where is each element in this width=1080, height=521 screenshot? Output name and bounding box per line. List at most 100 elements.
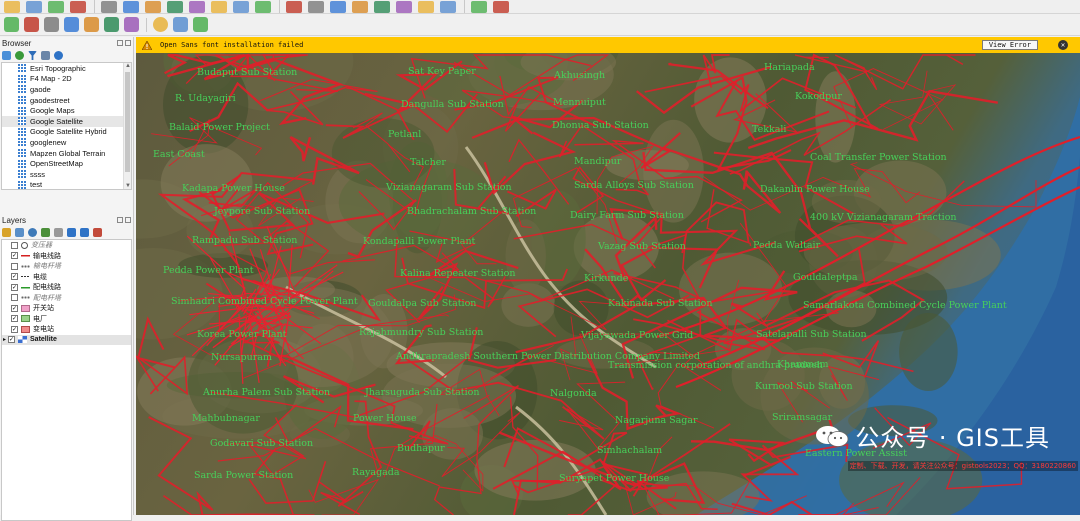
map-label: Kokodpur bbox=[795, 91, 842, 102]
map-label: Vijayawada Power Grid bbox=[581, 330, 693, 341]
pan-icon[interactable] bbox=[24, 17, 39, 32]
browser-item[interactable]: Mapzen Global Terrain bbox=[2, 148, 131, 159]
measure-icon[interactable] bbox=[104, 17, 119, 32]
globe-icon[interactable] bbox=[153, 17, 168, 32]
view-error-button[interactable]: View Error bbox=[982, 40, 1038, 50]
close-panel-icon[interactable] bbox=[125, 40, 131, 46]
pin-icon[interactable] bbox=[308, 1, 324, 13]
map-label: Kakinada Sub Station bbox=[608, 298, 713, 309]
layer-item[interactable]: ✓输电线路 bbox=[2, 251, 131, 262]
float-panel-icon[interactable] bbox=[117, 217, 123, 223]
redo-icon[interactable] bbox=[255, 1, 271, 13]
zoom-full-icon[interactable] bbox=[84, 17, 99, 32]
layer-visibility-checkbox[interactable] bbox=[11, 263, 18, 270]
collapse-all-icon[interactable] bbox=[80, 228, 89, 237]
new-project-icon[interactable] bbox=[4, 1, 20, 13]
add-layer-icon[interactable] bbox=[352, 1, 368, 13]
browser-item-label: Esri Topographic bbox=[30, 64, 86, 73]
style-brush-icon[interactable] bbox=[2, 228, 11, 237]
layer-visibility-checkbox[interactable]: ✓ bbox=[8, 336, 15, 343]
add-csv-icon[interactable] bbox=[374, 1, 390, 13]
layer-visibility-checkbox[interactable] bbox=[11, 294, 18, 301]
layer-item[interactable]: ▸✓ Satellite bbox=[2, 335, 131, 346]
save-icon[interactable] bbox=[48, 1, 64, 13]
layer-visibility-checkbox[interactable]: ✓ bbox=[11, 273, 18, 280]
close-panel-icon[interactable] bbox=[125, 217, 131, 223]
visibility-icon[interactable] bbox=[28, 228, 37, 237]
layer-visibility-checkbox[interactable]: ✓ bbox=[11, 305, 18, 312]
browser-item[interactable]: googlenew bbox=[2, 137, 131, 148]
layer-item[interactable]: ✓配电线路 bbox=[2, 282, 131, 293]
zoom-out-icon[interactable] bbox=[64, 17, 79, 32]
close-message-button[interactable]: ✕ bbox=[1058, 40, 1068, 50]
undo-icon[interactable] bbox=[233, 1, 249, 13]
layer-label: Satellite bbox=[30, 336, 57, 343]
browser-item[interactable]: test bbox=[2, 180, 131, 190]
collapse-all-icon[interactable] bbox=[41, 51, 50, 60]
layer-item[interactable]: ✓电缆 bbox=[2, 272, 131, 283]
filter-legend-icon[interactable] bbox=[41, 228, 50, 237]
browser-item[interactable]: gaodestreet bbox=[2, 95, 131, 106]
power-line bbox=[309, 480, 378, 515]
browser-item[interactable]: Google Maps bbox=[2, 105, 131, 116]
power-line bbox=[164, 448, 315, 515]
scrollbar-thumb[interactable] bbox=[125, 72, 130, 172]
label-icon[interactable] bbox=[286, 1, 302, 13]
add-group-icon[interactable] bbox=[15, 228, 24, 237]
float-panel-icon[interactable] bbox=[117, 40, 123, 46]
map-label: Rajahmundry Sub Station bbox=[359, 327, 483, 338]
layer-item[interactable]: 变压器 bbox=[2, 240, 131, 251]
expand-arrow-icon[interactable]: ▸ bbox=[3, 336, 6, 343]
python-icon[interactable] bbox=[493, 1, 509, 13]
layer-visibility-checkbox[interactable]: ✓ bbox=[11, 315, 18, 322]
layer-visibility-checkbox[interactable] bbox=[11, 242, 18, 249]
expand-all-icon[interactable] bbox=[67, 228, 76, 237]
attribute-icon[interactable] bbox=[330, 1, 346, 13]
gear-icon[interactable] bbox=[173, 17, 188, 32]
vertex-icon[interactable] bbox=[123, 1, 139, 13]
add-raster-icon[interactable] bbox=[396, 1, 412, 13]
layer-item[interactable]: 输电杆塔 bbox=[2, 261, 131, 272]
edit-pencil-icon[interactable] bbox=[101, 1, 117, 13]
cut-icon[interactable] bbox=[167, 1, 183, 13]
browser-item[interactable]: Google Satellite Hybrid bbox=[2, 127, 131, 138]
add-db-icon[interactable] bbox=[418, 1, 434, 13]
remove-layer-icon[interactable] bbox=[93, 228, 102, 237]
tool-icon[interactable] bbox=[193, 17, 208, 32]
open-project-icon[interactable] bbox=[26, 1, 42, 13]
map-label: Simhachalam bbox=[597, 445, 662, 456]
identify-icon[interactable] bbox=[124, 17, 139, 32]
gps-icon[interactable] bbox=[471, 1, 487, 13]
add-wms-icon[interactable] bbox=[440, 1, 456, 13]
chevron-down-icon[interactable] bbox=[54, 228, 63, 237]
layer-visibility-checkbox[interactable]: ✓ bbox=[11, 284, 18, 291]
map-label: Jeypore Sub Station bbox=[214, 206, 310, 217]
zoom-in-icon[interactable] bbox=[44, 17, 59, 32]
browser-item[interactable]: Esri Topographic bbox=[2, 63, 131, 74]
copy-icon[interactable] bbox=[189, 1, 205, 13]
map-label: Khammam bbox=[777, 359, 829, 370]
browser-item[interactable]: F4 Map - 2D bbox=[2, 74, 131, 85]
layer-item[interactable]: ✓电厂 bbox=[2, 314, 131, 325]
layer-item[interactable]: 配电杆塔 bbox=[2, 293, 131, 304]
browser-item[interactable]: OpenStreetMap bbox=[2, 158, 131, 169]
layer-visibility-checkbox[interactable]: ✓ bbox=[11, 252, 18, 259]
layer-visibility-checkbox[interactable]: ✓ bbox=[11, 326, 18, 333]
map-label: Mahbubnagar bbox=[192, 413, 260, 424]
info-icon[interactable] bbox=[54, 51, 63, 60]
save-edits-icon[interactable] bbox=[145, 1, 161, 13]
xyz-tile-icon bbox=[18, 170, 26, 178]
refresh-icon[interactable] bbox=[15, 51, 24, 60]
browser-item[interactable]: gaode bbox=[2, 84, 131, 95]
power-line bbox=[880, 71, 955, 130]
paste-icon[interactable] bbox=[211, 1, 227, 13]
filter-icon[interactable] bbox=[28, 51, 37, 60]
layer-item[interactable]: ✓开关站 bbox=[2, 303, 131, 314]
browser-item[interactable]: Google Satellite bbox=[2, 116, 131, 127]
digitize-icon[interactable] bbox=[70, 1, 86, 13]
browser-scrollbar[interactable]: ▲ ▼ bbox=[123, 63, 131, 189]
add-selected-layers-icon[interactable] bbox=[2, 51, 11, 60]
layer-item[interactable]: ✓变电站 bbox=[2, 324, 131, 335]
select-icon[interactable] bbox=[4, 17, 19, 32]
browser-item[interactable]: ssss bbox=[2, 169, 131, 180]
